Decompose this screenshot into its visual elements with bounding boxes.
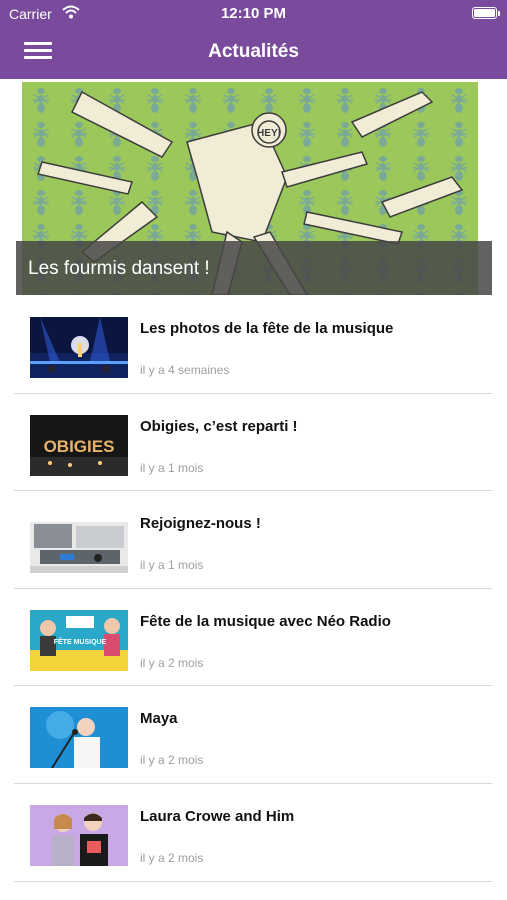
list-item[interactable]: Les photos de la fête de la musique il y…: [14, 296, 492, 394]
nav-bar: Actualités: [0, 27, 507, 79]
obigies-sign-thumbnail: OBIGIES: [30, 414, 128, 476]
battery-icon: [472, 7, 500, 19]
hey-sign: HEY!: [257, 120, 281, 144]
news-list: Les photos de la fête de la musique il y…: [14, 296, 492, 882]
list-item[interactable]: Maya il y a 2 mois: [14, 686, 492, 784]
singer-thumbnail: [30, 707, 128, 769]
concert-stage-thumbnail: [30, 317, 128, 378]
news-title: Fête de la musique avec Néo Radio: [140, 612, 391, 630]
list-item[interactable]: Laura Crowe and Him il y a 2 mois: [14, 784, 492, 882]
news-age: il y a 1 mois: [140, 558, 204, 573]
radio-studio-thumbnail: [30, 512, 128, 574]
news-title: Rejoignez-nous !: [140, 515, 261, 533]
svg-text:OBIGIES: OBIGIES: [44, 437, 115, 456]
news-title: Maya: [140, 710, 178, 728]
news-age: il y a 4 semaines: [140, 363, 230, 377]
news-title: Obigies, c’est reparti !: [140, 417, 298, 435]
news-age: il y a 1 mois: [140, 460, 204, 475]
news-title: Les photos de la fête de la musique: [140, 320, 394, 337]
featured-article-title: Les fourmis dansent !: [28, 258, 210, 279]
svg-text:HEY!: HEY!: [257, 128, 281, 139]
page-title: Actualités: [208, 41, 299, 62]
status-bar: Carrier 12:10 PM: [0, 0, 507, 27]
svg-text:FÊTE MUSIQUE: FÊTE MUSIQUE: [54, 637, 107, 646]
news-age: il y a 2 mois: [140, 753, 204, 768]
news-age: il y a 2 mois: [140, 850, 204, 865]
list-item[interactable]: Rejoignez-nous ! il y a 1 mois: [14, 491, 492, 589]
festival-poster-thumbnail: FÊTE MUSIQUE: [30, 609, 128, 671]
list-item[interactable]: FÊTE MUSIQUE Fête de la musique avec Néo…: [14, 589, 492, 687]
featured-article-caption[interactable]: Les fourmis dansent !: [16, 241, 492, 295]
list-item[interactable]: OBIGIES Obigies, c’est reparti ! il y a …: [14, 394, 492, 492]
duo-portrait-thumbnail: [30, 804, 128, 866]
clock: 12:10 PM: [220, 5, 287, 22]
news-title: Laura Crowe and Him: [140, 807, 295, 825]
news-age: il y a 2 mois: [140, 655, 204, 670]
